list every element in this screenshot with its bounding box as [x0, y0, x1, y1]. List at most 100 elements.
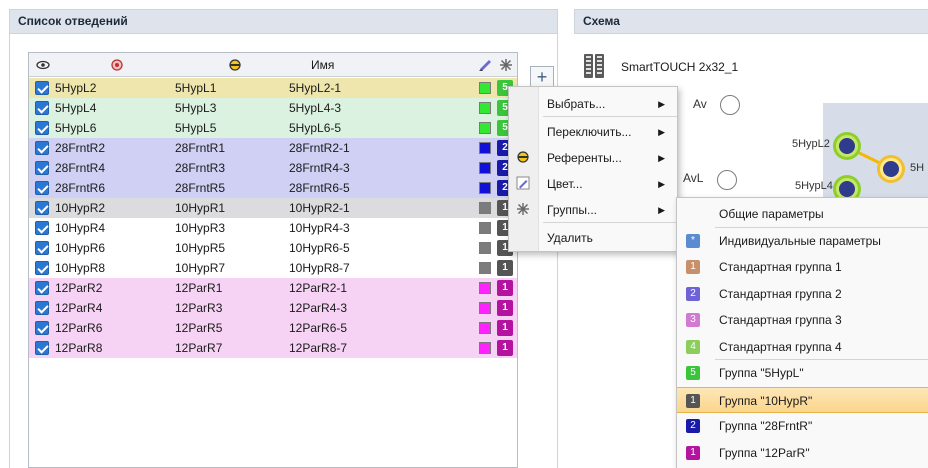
row-reference: 5HypL5: [175, 121, 217, 135]
row-reference: 28FrntR5: [175, 181, 226, 195]
row-checkbox[interactable]: [35, 281, 49, 295]
row-color-swatch[interactable]: [479, 122, 491, 134]
amplifier-icon: [584, 54, 604, 78]
row-checkbox[interactable]: [35, 181, 49, 195]
table-row[interactable]: 28FrntR6 28FrntR5 28FrntR6-5 2: [29, 178, 517, 198]
menu-item-references[interactable]: Референты... ▶: [509, 145, 677, 171]
radio-avl[interactable]: [717, 170, 737, 190]
pen-icon[interactable]: [477, 53, 493, 77]
row-group-badge[interactable]: 1: [497, 260, 513, 276]
node-label-5hypl4: 5HypL4: [795, 180, 833, 192]
menu-item-label: Цвет...: [547, 177, 583, 191]
submenu-item-std-group-1[interactable]: 1 Стандартная группа 1: [677, 254, 928, 280]
submenu-item-std-group-4[interactable]: 4 Стандартная группа 4: [677, 334, 928, 360]
row-group-badge[interactable]: 1: [497, 340, 513, 356]
group-badge-icon: 2: [686, 286, 700, 301]
menu-item-select[interactable]: Выбрать... ▶: [509, 91, 677, 117]
submenu-item-std-group-2[interactable]: 2 Стандартная группа 2: [677, 281, 928, 307]
submenu-item-group-28frntr[interactable]: 2 Группа "28FrntR": [677, 413, 928, 439]
group-badge-icon: 1: [686, 445, 700, 460]
table-row[interactable]: 5HypL2 5HypL1 5HypL2-1 5: [29, 78, 517, 98]
table-row[interactable]: 12ParR2 12ParR1 12ParR2-1 1: [29, 278, 517, 298]
menu-item-label: Референты...: [547, 151, 622, 165]
column-name-header[interactable]: Имя: [311, 53, 334, 77]
row-checkbox[interactable]: [35, 321, 49, 335]
row-color-swatch[interactable]: [479, 282, 491, 294]
row-color-swatch[interactable]: [479, 142, 491, 154]
radio-avl-label: AvL: [683, 171, 704, 185]
table-row[interactable]: 12ParR8 12ParR7 12ParR8-7 1: [29, 338, 517, 358]
row-checkbox[interactable]: [35, 141, 49, 155]
electrode-icon[interactable]: [109, 53, 125, 77]
row-checkbox[interactable]: [35, 81, 49, 95]
row-color-swatch[interactable]: [479, 102, 491, 114]
row-electrode: 12ParR6: [55, 321, 103, 335]
table-row[interactable]: 28FrntR4 28FrntR3 28FrntR4-3 2: [29, 158, 517, 178]
table-row[interactable]: 28FrntR2 28FrntR1 28FrntR2-1 2: [29, 138, 517, 158]
row-electrode: 10HypR6: [55, 241, 106, 255]
row-name: 10HypR8-7: [289, 261, 350, 275]
menu-item-label: Переключить...: [547, 125, 632, 139]
row-color-swatch[interactable]: [479, 182, 491, 194]
row-checkbox[interactable]: [35, 241, 49, 255]
row-reference: 28FrntR3: [175, 161, 226, 175]
row-checkbox[interactable]: [35, 341, 49, 355]
row-color-swatch[interactable]: [479, 242, 491, 254]
row-name: 5HypL4-3: [289, 101, 342, 115]
row-checkbox[interactable]: [35, 301, 49, 315]
groups-submenu: Общие параметры * Индивидуальные параметры…: [676, 197, 928, 468]
menu-item-toggle[interactable]: Переключить... ▶: [509, 119, 677, 145]
table-row[interactable]: 12ParR6 12ParR5 12ParR6-5 1: [29, 318, 517, 338]
row-name: 28FrntR2-1: [289, 141, 350, 155]
row-electrode: 28FrntR6: [55, 181, 106, 195]
row-group-badge[interactable]: 1: [497, 280, 513, 296]
row-electrode: 12ParR4: [55, 301, 103, 315]
row-electrode: 5HypL2: [55, 81, 97, 95]
table-row[interactable]: 5HypL6 5HypL5 5HypL6-5 5: [29, 118, 517, 138]
row-checkbox[interactable]: [35, 101, 49, 115]
row-group-badge[interactable]: 1: [497, 320, 513, 336]
table-row[interactable]: 10HypR8 10HypR7 10HypR8-7 1: [29, 258, 517, 278]
device-name: SmartTOUCH 2x32_1: [621, 60, 739, 74]
table-row[interactable]: 10HypR2 10HypR1 10HypR2-1 1: [29, 198, 517, 218]
reference-icon[interactable]: [227, 53, 243, 77]
eye-icon[interactable]: [35, 53, 51, 77]
menu-item-color[interactable]: Цвет... ▶: [509, 171, 677, 197]
chevron-right-icon: ▶: [658, 153, 665, 163]
submenu-item-group-10hypr[interactable]: 1 Группа "10HypR": [677, 386, 928, 413]
submenu-item-common-params[interactable]: Общие параметры: [677, 201, 928, 227]
menu-item-delete[interactable]: Удалить: [509, 225, 677, 251]
submenu-item-group-12parr[interactable]: 1 Группа "12ParR": [677, 440, 928, 466]
table-row[interactable]: 10HypR6 10HypR5 10HypR6-5 1: [29, 238, 517, 258]
table-row[interactable]: 12ParR4 12ParR3 12ParR4-3 1: [29, 298, 517, 318]
submenu-item-individual-params[interactable]: * Индивидуальные параметры: [677, 228, 928, 254]
submenu-item-std-group-3[interactable]: 3 Стандартная группа 3: [677, 307, 928, 333]
table-row[interactable]: 5HypL4 5HypL3 5HypL4-3 5: [29, 98, 517, 118]
snowflake-icon[interactable]: [499, 53, 513, 77]
row-color-swatch[interactable]: [479, 302, 491, 314]
electrode-node-5h[interactable]: [880, 158, 902, 180]
row-color-swatch[interactable]: [479, 202, 491, 214]
row-color-swatch[interactable]: [479, 322, 491, 334]
chevron-right-icon: ▶: [658, 127, 665, 137]
row-color-swatch[interactable]: [479, 82, 491, 94]
submenu-item-group-5hypl[interactable]: 5 Группа "5HypL": [677, 360, 928, 386]
scheme-title: Схема: [574, 9, 928, 34]
electrode-node-5hypl2[interactable]: [836, 135, 858, 157]
chevron-right-icon: ▶: [658, 205, 665, 215]
row-checkbox[interactable]: [35, 221, 49, 235]
row-name: 12ParR8-7: [289, 341, 348, 355]
row-color-swatch[interactable]: [479, 162, 491, 174]
row-checkbox[interactable]: [35, 121, 49, 135]
row-group-badge[interactable]: 1: [497, 300, 513, 316]
radio-av[interactable]: [720, 95, 740, 115]
radio-av-label: Av: [693, 97, 707, 111]
row-checkbox[interactable]: [35, 161, 49, 175]
menu-item-groups[interactable]: Группы... ▶: [509, 197, 677, 223]
row-color-swatch[interactable]: [479, 222, 491, 234]
table-row[interactable]: 10HypR4 10HypR3 10HypR4-3 1: [29, 218, 517, 238]
row-color-swatch[interactable]: [479, 342, 491, 354]
row-color-swatch[interactable]: [479, 262, 491, 274]
row-checkbox[interactable]: [35, 261, 49, 275]
row-checkbox[interactable]: [35, 201, 49, 215]
